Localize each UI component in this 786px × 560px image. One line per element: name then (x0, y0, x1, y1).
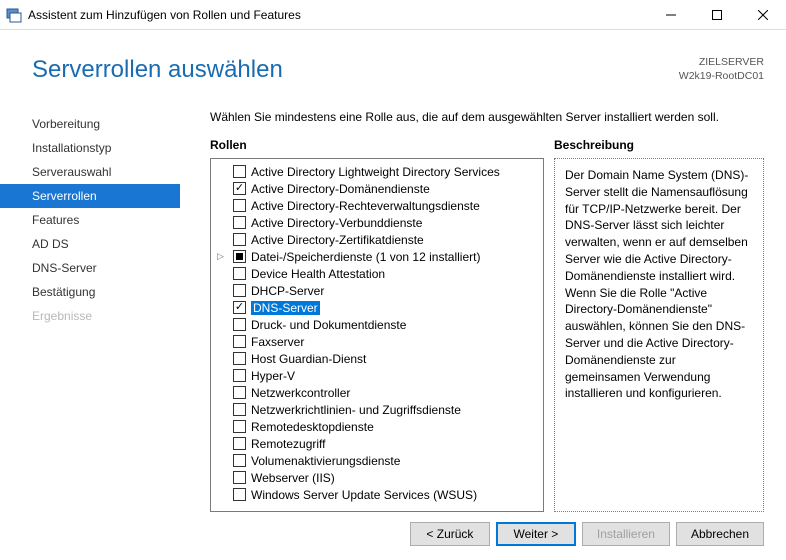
sidebar-item-0[interactable]: Vorbereitung (0, 112, 180, 136)
role-row[interactable]: Active Directory-Domänendienste (233, 180, 541, 197)
role-checkbox[interactable] (233, 403, 246, 416)
role-row[interactable]: Active Directory Lightweight Directory S… (233, 163, 541, 180)
role-label: Active Directory-Rechteverwaltungsdienst… (251, 199, 480, 213)
role-checkbox[interactable] (233, 471, 246, 484)
role-checkbox[interactable] (233, 318, 246, 331)
role-checkbox[interactable] (233, 182, 246, 195)
role-row[interactable]: Active Directory-Rechteverwaltungsdienst… (233, 197, 541, 214)
role-row[interactable]: Active Directory-Verbunddienste (233, 214, 541, 231)
role-row[interactable]: Netzwerkrichtlinien- und Zugriffsdienste (233, 401, 541, 418)
role-row[interactable]: Host Guardian-Dienst (233, 350, 541, 367)
role-row[interactable]: DHCP-Server (233, 282, 541, 299)
role-checkbox[interactable] (233, 369, 246, 382)
next-button[interactable]: Weiter > (496, 522, 576, 546)
role-checkbox[interactable] (233, 284, 246, 297)
description-heading: Beschreibung (554, 138, 764, 152)
role-checkbox[interactable] (233, 199, 246, 212)
role-checkbox[interactable] (233, 335, 246, 348)
sidebar-item-5[interactable]: AD DS (0, 232, 180, 256)
role-label: Windows Server Update Services (WSUS) (251, 488, 477, 502)
role-checkbox[interactable] (233, 250, 246, 263)
role-label: Volumenaktivierungsdienste (251, 454, 400, 468)
role-label: Faxserver (251, 335, 304, 349)
role-row[interactable]: Druck- und Dokumentdienste (233, 316, 541, 333)
sidebar-item-3[interactable]: Serverrollen (0, 184, 180, 208)
minimize-button[interactable] (648, 0, 694, 30)
role-label: Netzwerkcontroller (251, 386, 350, 400)
role-row[interactable]: Device Health Attestation (233, 265, 541, 282)
role-row[interactable]: Remotezugriff (233, 435, 541, 452)
role-label: Active Directory Lightweight Directory S… (251, 165, 500, 179)
role-label: Remotedesktopdienste (251, 420, 374, 434)
role-label: Druck- und Dokumentdienste (251, 318, 406, 332)
role-checkbox[interactable] (233, 488, 246, 501)
role-checkbox[interactable] (233, 165, 246, 178)
role-row[interactable]: Windows Server Update Services (WSUS) (233, 486, 541, 503)
role-checkbox[interactable] (233, 386, 246, 399)
role-label: Active Directory-Domänendienste (251, 182, 430, 196)
sidebar-item-4[interactable]: Features (0, 208, 180, 232)
sidebar-item-6[interactable]: DNS-Server (0, 256, 180, 280)
target-info: ZIELSERVER W2k19-RootDC01 (679, 56, 764, 83)
target-server: W2k19-RootDC01 (679, 70, 764, 84)
close-button[interactable] (740, 0, 786, 30)
role-label: Datei-/Speicherdienste (1 von 12 install… (251, 250, 480, 264)
role-checkbox[interactable] (233, 267, 246, 280)
role-checkbox[interactable] (233, 454, 246, 467)
role-checkbox[interactable] (233, 437, 246, 450)
role-row[interactable]: DNS-Server (233, 299, 541, 316)
role-label: Hyper-V (251, 369, 295, 383)
role-label: Webserver (IIS) (251, 471, 335, 485)
role-label: DNS-Server (251, 301, 320, 315)
role-row[interactable]: Webserver (IIS) (233, 469, 541, 486)
expand-icon[interactable]: ▷ (217, 251, 224, 262)
role-checkbox[interactable] (233, 233, 246, 246)
wizard-footer: < Zurück Weiter > Installieren Abbrechen (0, 512, 786, 560)
maximize-button[interactable] (694, 0, 740, 30)
role-label: Active Directory-Zertifikatdienste (251, 233, 424, 247)
sidebar-item-1[interactable]: Installationstyp (0, 136, 180, 160)
role-row[interactable]: Active Directory-Zertifikatdienste (233, 231, 541, 248)
role-checkbox[interactable] (233, 216, 246, 229)
window-title: Assistent zum Hinzufügen von Rollen und … (28, 8, 648, 22)
role-checkbox[interactable] (233, 420, 246, 433)
role-row[interactable]: Remotedesktopdienste (233, 418, 541, 435)
role-row[interactable]: ▷Datei-/Speicherdienste (1 von 12 instal… (233, 248, 541, 265)
back-button[interactable]: < Zurück (410, 522, 490, 546)
sidebar-item-2[interactable]: Serverauswahl (0, 160, 180, 184)
sidebar-item-7[interactable]: Bestätigung (0, 280, 180, 304)
description-text: Der Domain Name System (DNS)-Server stel… (554, 158, 764, 512)
install-button[interactable]: Installieren (582, 522, 670, 546)
server-manager-icon (6, 7, 22, 23)
role-checkbox[interactable] (233, 301, 246, 314)
role-label: Active Directory-Verbunddienste (251, 216, 422, 230)
role-row[interactable]: Faxserver (233, 333, 541, 350)
role-label: DHCP-Server (251, 284, 324, 298)
role-label: Device Health Attestation (251, 267, 385, 281)
target-label: ZIELSERVER (679, 56, 764, 70)
sidebar-item-8: Ergebnisse (0, 304, 180, 328)
wizard-sidebar: VorbereitungInstallationstypServerauswah… (0, 96, 180, 512)
role-checkbox[interactable] (233, 352, 246, 365)
role-label: Host Guardian-Dienst (251, 352, 366, 366)
role-row[interactable]: Netzwerkcontroller (233, 384, 541, 401)
roles-heading: Rollen (210, 138, 544, 152)
role-label: Remotezugriff (251, 437, 325, 451)
page-title: Serverrollen auswählen (32, 56, 283, 84)
role-row[interactable]: Hyper-V (233, 367, 541, 384)
cancel-button[interactable]: Abbrechen (676, 522, 764, 546)
roles-listbox[interactable]: Active Directory Lightweight Directory S… (210, 158, 544, 512)
role-row[interactable]: Volumenaktivierungsdienste (233, 452, 541, 469)
instruction-text: Wählen Sie mindestens eine Rolle aus, di… (210, 110, 764, 124)
role-label: Netzwerkrichtlinien- und Zugriffsdienste (251, 403, 461, 417)
titlebar: Assistent zum Hinzufügen von Rollen und … (0, 0, 786, 30)
